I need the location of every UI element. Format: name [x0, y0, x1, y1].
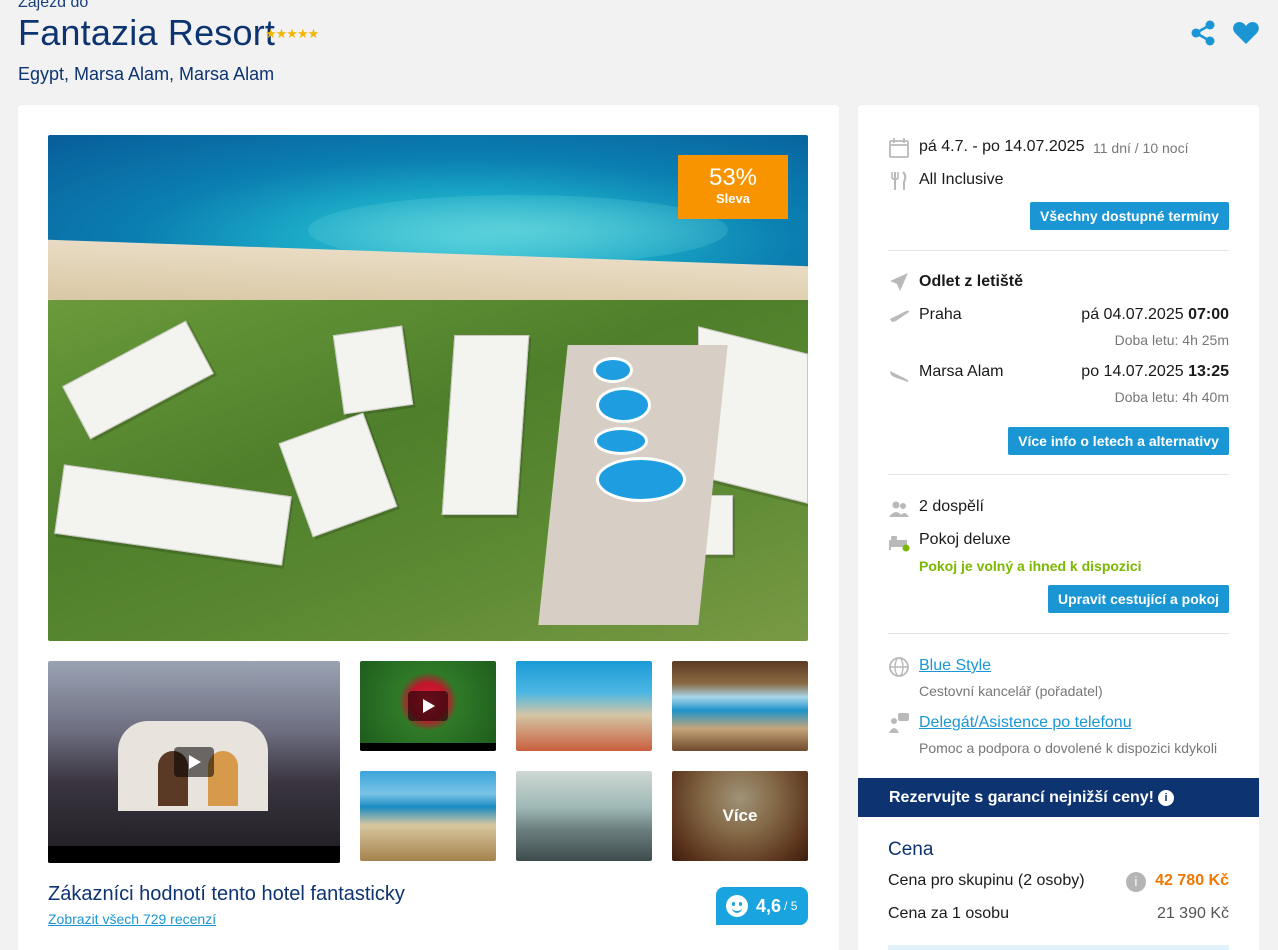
video-bar — [360, 743, 496, 751]
support-link[interactable]: Delegát/Asistence po telefonu — [919, 714, 1132, 732]
gallery-card: 53% Sleva Více Zákazníci hodnotí tento h… — [18, 105, 839, 950]
discount-percent: 53% — [708, 164, 758, 191]
outbound-city: Praha — [919, 306, 962, 323]
price-heading: Cena — [888, 839, 934, 860]
group-price-row: Cena pro skupinu (2 osoby) i 42 780 Kč — [888, 872, 1229, 892]
agency-link[interactable]: Blue Style — [919, 657, 991, 675]
discount-label: Sleva — [716, 191, 750, 206]
group-price-value: 42 780 Kč — [1155, 872, 1229, 889]
play-icon[interactable] — [174, 747, 214, 777]
discount-badge: 53% Sleva — [678, 155, 788, 219]
video-thumbnail-main[interactable] — [48, 661, 340, 863]
calendar-icon — [888, 137, 910, 159]
departure-heading: Odlet z letiště — [919, 273, 1024, 290]
divider — [888, 250, 1229, 251]
inbound-date: po 14.07.2025 — [1081, 363, 1184, 380]
smiley-icon — [726, 895, 748, 917]
outbound-time: 07:00 — [1188, 306, 1229, 323]
bed-icon — [888, 531, 910, 553]
video-thumbnail-flower[interactable] — [360, 661, 496, 751]
fork-knife-icon — [888, 170, 910, 192]
all-terms-button[interactable]: Všechny dostupné termíny — [1030, 202, 1229, 230]
banner-text: Rezervujte s garancí nejnižší ceny! — [889, 789, 1154, 806]
person-price-value: 21 390 Kč — [1156, 905, 1229, 922]
plane-takeoff-icon — [888, 305, 910, 327]
trip-duration: 11 dní / 10 nocí — [1093, 140, 1189, 156]
outbound-duration: Doba letu: 4h 25m — [1114, 332, 1229, 348]
travelers-count: 2 dospělí — [919, 498, 984, 515]
person-price-label: Cena za 1 osobu — [888, 905, 1009, 922]
inbound-duration: Doba letu: 4h 40m — [1114, 389, 1229, 405]
info-icon[interactable]: i — [1158, 789, 1174, 806]
share-icon[interactable] — [1188, 18, 1218, 48]
play-icon[interactable] — [408, 691, 448, 721]
main-hotel-photo[interactable]: 53% Sleva — [48, 135, 808, 641]
heart-icon[interactable] — [1231, 18, 1261, 48]
photo-thumbnail-more[interactable]: Více — [672, 771, 808, 861]
flight-info-button[interactable]: Více info o letech a alternativy — [1008, 427, 1229, 455]
review-summary-title: Zákazníci hodnotí tento hotel fantastick… — [48, 883, 405, 905]
agency-role: Cestovní kancelář (pořadatel) — [919, 683, 1103, 699]
video-bar — [48, 846, 340, 863]
inbound-datetime: po 14.07.2025 13:25 — [1081, 363, 1229, 381]
photo-thumbnail-gym[interactable] — [516, 771, 652, 861]
edit-travelers-button[interactable]: Upravit cestující a pokoj — [1048, 585, 1229, 613]
rating-badge[interactable]: 4,6 / 5 — [716, 887, 808, 925]
people-icon — [888, 498, 910, 520]
outbound-date: pá 04.07.2025 — [1081, 306, 1184, 323]
resort-building — [332, 325, 414, 415]
hotel-title: Fantazia Resort — [18, 12, 276, 53]
room-availability: Pokoj je volný a ihned k dispozici — [919, 558, 1142, 574]
photo-thumbnail-beach[interactable] — [360, 771, 496, 861]
hotel-location[interactable]: Egypt, Marsa Alam, Marsa Alam — [18, 64, 274, 85]
trip-dates: pá 4.7. - po 14.07.2025 — [919, 138, 1085, 155]
info-icon[interactable]: i — [1126, 872, 1146, 892]
pool-segment — [596, 457, 686, 502]
photo-thumbnail-jacuzzi-room[interactable] — [672, 661, 808, 751]
person-price-row: Cena za 1 osobu 21 390 Kč — [888, 905, 1229, 923]
inbound-time: 13:25 — [1188, 363, 1229, 380]
chat-person-icon — [888, 712, 910, 734]
plane-landing-icon — [888, 363, 910, 385]
lowest-price-banner: Rezervujte s garancí nejnižší ceny! i — [858, 778, 1259, 817]
booking-card: pá 4.7. - po 14.07.2025 11 dní / 10 nocí… — [858, 105, 1259, 950]
rating-scale: / 5 — [784, 899, 798, 913]
price-box-edge — [888, 945, 1229, 950]
pool-segment — [594, 427, 648, 455]
photo-thumbnail-terrace[interactable] — [516, 661, 652, 751]
board-type: All Inclusive — [919, 171, 1004, 188]
more-photos-label[interactable]: Více — [672, 771, 808, 861]
inbound-city: Marsa Alam — [919, 363, 1004, 380]
group-price-label: Cena pro skupinu (2 osoby) — [888, 872, 1085, 889]
pool-segment — [596, 387, 651, 423]
rating-score: 4,6 — [756, 895, 782, 916]
pool-segment — [593, 357, 633, 383]
divider — [888, 633, 1229, 634]
room-type: Pokoj deluxe — [919, 531, 1011, 548]
divider — [888, 474, 1229, 475]
breadcrumb[interactable]: Zájezd do — [18, 0, 88, 12]
outbound-datetime: pá 04.07.2025 07:00 — [1081, 306, 1229, 324]
star-rating: ★★★★★ — [265, 26, 319, 41]
globe-icon — [888, 656, 910, 678]
resort-building — [441, 335, 530, 515]
plane-icon — [888, 271, 910, 293]
all-reviews-link[interactable]: Zobrazit všech 729 recenzí — [48, 911, 216, 927]
support-text: Pomoc a podpora o dovolené k dispozici k… — [919, 740, 1218, 756]
